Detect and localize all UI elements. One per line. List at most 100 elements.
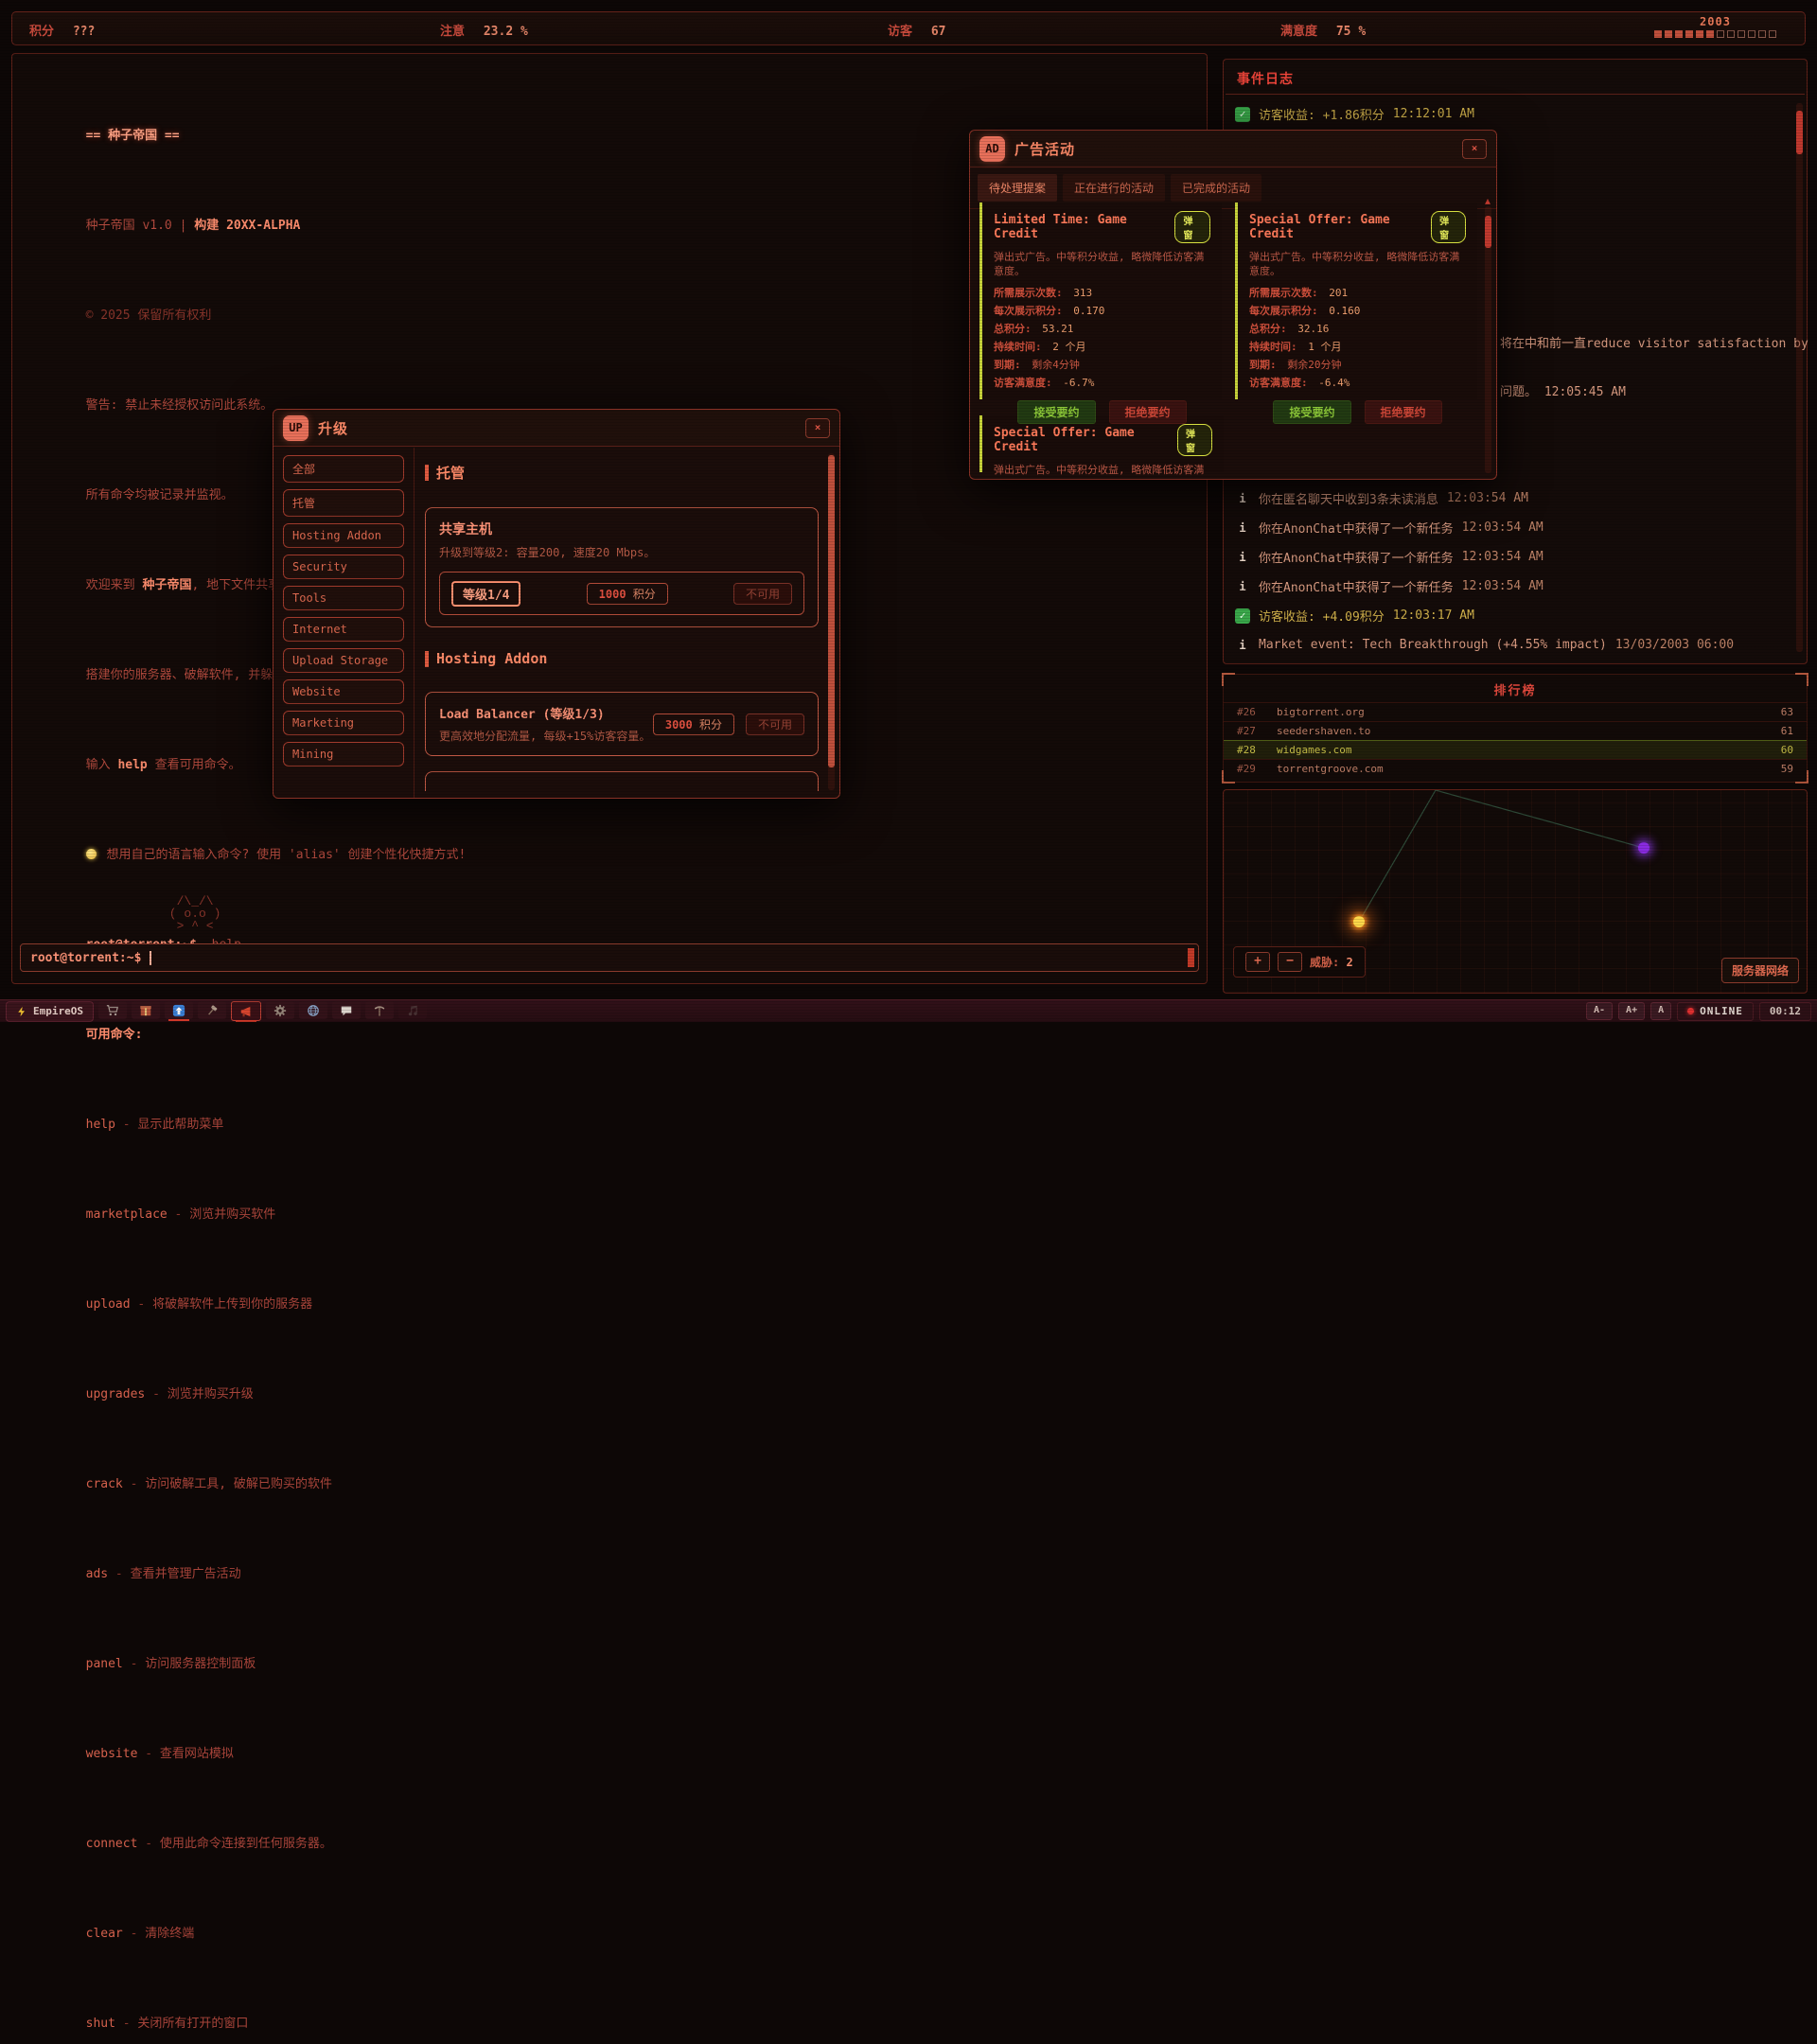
ad-scroll-thumb[interactable]	[1485, 216, 1491, 248]
ad-tab[interactable]: 待处理提案	[978, 174, 1058, 202]
server-network-button[interactable]: 服务器网络	[1720, 958, 1799, 983]
crack[interactable]	[197, 1001, 226, 1019]
event-text: Market event: Tech Breakthrough (+4.55% …	[1259, 638, 1607, 652]
network-node-active[interactable]	[1353, 916, 1365, 927]
ads[interactable]	[230, 1001, 261, 1022]
mining[interactable]	[364, 1001, 394, 1019]
upgrade-purchase-controls: 3000 积分 不可用	[652, 713, 804, 735]
zoom-out-button[interactable]: −	[1278, 952, 1302, 972]
terminal-text: 查看可用命令。	[147, 758, 241, 772]
ascii-cat-art: /\_/\ ( o.o ) > ^ <	[168, 894, 221, 933]
upgrade-category-button[interactable]: Hosting Addon	[283, 523, 404, 548]
ad-stat-label: 所需展示次数:	[1249, 287, 1318, 299]
event-time: 12:03:54 AM	[1461, 579, 1544, 593]
music[interactable]	[397, 1001, 427, 1019]
leaderboard-rank: #28	[1237, 744, 1256, 756]
anonchat[interactable]	[331, 1001, 361, 1019]
terminal-text: 构建 20XX-ALPHA	[194, 219, 301, 233]
terminal-line: website - 查看网站模拟	[26, 1691, 1197, 1781]
stat-attention-value: 23.2 %	[483, 25, 528, 39]
taskbar-clock: 00:12	[1758, 1001, 1811, 1021]
taskbar-icon-glyph	[406, 1004, 419, 1017]
leaderboard-score: 61	[1780, 725, 1793, 737]
stat-satisfaction-label: 满意度	[1280, 25, 1318, 39]
network-node-remote[interactable]	[1638, 842, 1649, 854]
price-unit: 积分	[626, 587, 656, 601]
leaderboard-row: #28 widgames.com 60	[1224, 740, 1807, 759]
buy-button-disabled[interactable]: 不可用	[745, 713, 804, 735]
font-reset-button[interactable]: A	[1650, 1002, 1672, 1020]
upgrade-name: Load Balancer (等级1/3)	[439, 708, 605, 722]
upgrade-category-button[interactable]: Mining	[283, 742, 404, 766]
zoom-in-button[interactable]: +	[1245, 952, 1270, 972]
month-square	[1654, 30, 1662, 38]
upgrade-category-button[interactable]: Security	[283, 555, 404, 579]
upload[interactable]	[164, 1001, 193, 1021]
upgrade-window-titlebar[interactable]: UP 升级 ×	[273, 410, 839, 447]
reject-offer-button[interactable]: 拒绝要约	[1364, 400, 1442, 424]
font-smaller-button[interactable]: A-	[1586, 1002, 1614, 1020]
reject-offer-button[interactable]: 拒绝要约	[1108, 400, 1187, 424]
upgrade-category-button[interactable]: Internet	[283, 617, 404, 642]
ad-window-titlebar[interactable]: AD 广告活动 ×	[970, 131, 1496, 167]
leaderboard-rows: #26 bigtorrent.org 63 #27 seedershaven.t…	[1224, 702, 1807, 778]
upgrade-description: 升级到等级2: 容量200, 速度20 Mbps。	[439, 546, 656, 559]
section-accent-bar	[425, 650, 429, 667]
terminal-line: ads - 查看并管理广告活动	[26, 1511, 1197, 1601]
event-log-scroll-thumb[interactable]	[1796, 111, 1803, 154]
terminal-line: upgrades - 浏览并购买升级	[26, 1331, 1197, 1421]
os-start-button[interactable]: EmpireOS	[6, 1000, 94, 1022]
ad-stat-value: 313	[1073, 287, 1093, 299]
taskbar-icon-glyph	[172, 1004, 185, 1017]
terminal-text: 所有命令均被记录并监视。	[85, 488, 234, 502]
scroll-up-arrow[interactable]	[1485, 199, 1491, 204]
accept-offer-button[interactable]: 接受要约	[1273, 400, 1351, 424]
font-larger-button[interactable]: A+	[1618, 1002, 1646, 1020]
terminal-text: 种子帝国	[142, 578, 192, 592]
buy-button-disabled[interactable]: 不可用	[732, 582, 792, 605]
ad-tab[interactable]: 已完成的活动	[1171, 174, 1262, 202]
upgrade-category-button[interactable]: Website	[283, 679, 404, 704]
packages[interactable]	[131, 1001, 160, 1019]
accept-offer-button[interactable]: 接受要约	[1017, 400, 1096, 424]
ad-stat-row: 持续时间: 2 个月	[994, 338, 1210, 356]
upgrade-scrollbar[interactable]	[828, 453, 835, 790]
terminal-text: 可用命令:	[85, 1028, 143, 1042]
terminal-text: 查看网站模拟	[159, 1747, 234, 1761]
leaderboard-row: #26 bigtorrent.org 63	[1224, 702, 1807, 721]
ad-tab[interactable]: 正在进行的活动	[1063, 174, 1166, 202]
marketplace[interactable]	[97, 1001, 127, 1019]
upgrade-category-list: 全部托管 Hosting Addon Security Tools Internet Up…	[283, 455, 404, 773]
ad-offer-header: Special Offer: Game Credit 弹窗	[1249, 211, 1466, 243]
upgrade-category-button[interactable]: Upload Storage	[283, 648, 404, 673]
terminal-text	[86, 848, 99, 862]
upgrade-category-button[interactable]: 托管	[283, 489, 404, 517]
website[interactable]	[298, 1001, 327, 1019]
corner-bracket	[1222, 770, 1235, 784]
terminal-input[interactable]: root@torrent:~$	[20, 943, 1199, 972]
terminal-text: -	[145, 1387, 168, 1401]
month-square	[1738, 30, 1745, 38]
upgrade-category-button[interactable]: Tools	[283, 586, 404, 610]
upgrades[interactable]	[265, 1001, 294, 1019]
leaderboard-row: #27 seedershaven.to 61	[1224, 721, 1807, 740]
ad-scrollbar[interactable]	[1485, 199, 1491, 473]
upgrade-window-icon: UP	[283, 414, 309, 441]
upgrade-category-button[interactable]: Marketing	[283, 711, 404, 735]
terminal-text: -	[137, 1747, 160, 1761]
stat-satisfaction-value: 75 %	[1335, 25, 1367, 39]
upgrade-scroll-thumb[interactable]	[828, 455, 835, 767]
ad-stat-row: 访客满意度: -6.4%	[1249, 374, 1466, 392]
close-icon[interactable]: ×	[805, 417, 830, 438]
upgrade-category-button[interactable]: 全部	[283, 455, 404, 483]
close-icon[interactable]: ×	[1462, 138, 1487, 159]
event-icon	[1235, 550, 1250, 565]
ad-campaigns-window: AD 广告活动 × 待处理提案 正在进行的活动 已完成的活动 Limited Tim…	[969, 130, 1497, 480]
month-square	[1685, 30, 1693, 38]
upgrade-name: 共享主机	[439, 522, 492, 537]
taskbar-icon-glyph	[273, 1004, 287, 1017]
event-fragment: 将在中和前一直reduce visitor satisfaction by 问题…	[1500, 304, 1808, 432]
event-log-scrollbar[interactable]	[1796, 103, 1803, 652]
terminal-text: -	[108, 1567, 131, 1581]
ad-stat-value: 32.16	[1297, 323, 1330, 335]
